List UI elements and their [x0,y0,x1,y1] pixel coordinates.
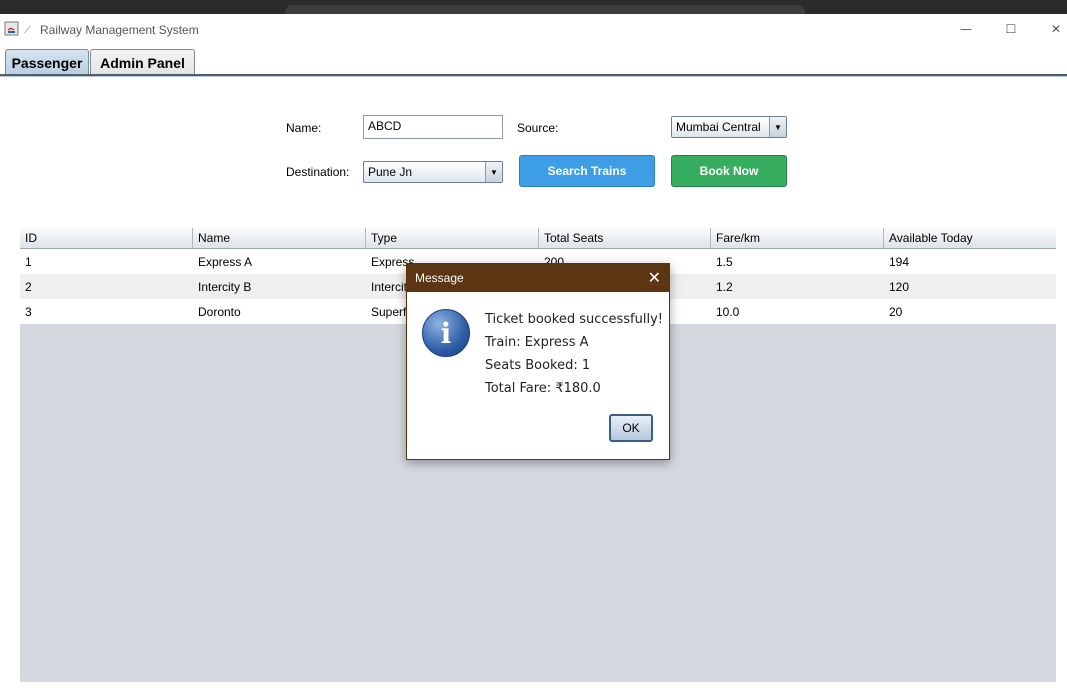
tab-divider-highlight [0,76,1067,77]
column-header-type[interactable]: Type [366,228,539,248]
cell-id: 1 [25,255,32,269]
cell-fare-km: 1.2 [716,280,733,294]
dialog-message-line: Total Fare: ₹180.0 [485,381,601,396]
column-header-fare-km[interactable]: Fare/km [711,228,884,248]
name-label: Name: [286,121,322,135]
cell-available-today: 194 [889,255,910,269]
chevron-down-icon[interactable]: ▼ [769,117,786,137]
chevron-down-icon[interactable]: ▼ [485,162,502,182]
name-field[interactable]: ABCD [363,115,503,139]
window-title: Railway Management System [40,23,199,37]
cell-id: 2 [25,280,32,294]
dialog-message-line: Seats Booked: 1 [485,358,591,373]
os-address-pill [285,5,805,14]
tab-passenger[interactable]: Passenger [5,49,89,75]
cell-available-today: 20 [889,305,903,319]
info-icon: i [422,309,470,357]
source-label: Source: [517,121,559,135]
cell-name: Express A [198,255,253,269]
close-button[interactable]: ✕ [1033,14,1067,44]
search-trains-button[interactable]: Search Trains [519,155,655,187]
destination-label: Destination: [286,165,350,179]
source-dropdown[interactable]: Mumbai Central ▼ [671,116,787,138]
column-header-total-seats[interactable]: Total Seats [539,228,711,248]
minimize-button[interactable]: — [943,14,989,44]
tab-bar: Passenger Admin Panel [0,46,1067,76]
maximize-button[interactable]: ☐ [988,14,1034,44]
cell-name: Intercity B [198,280,252,294]
source-selected-value: Mumbai Central [676,120,761,134]
cell-id: 3 [25,305,32,319]
book-now-button[interactable]: Book Now [671,155,787,187]
column-header-id[interactable]: ID [20,228,193,248]
train-icon: ⟋ [24,25,31,36]
cell-fare-km: 10.0 [716,305,740,319]
dialog-message-line: Ticket booked successfully! [485,312,663,327]
column-header-available-today[interactable]: Available Today [884,228,1056,248]
cell-available-today: 120 [889,280,910,294]
cell-fare-km: 1.5 [716,255,733,269]
java-app-icon [4,21,19,36]
destination-dropdown[interactable]: Pune Jn ▼ [363,161,503,183]
column-header-name[interactable]: Name [193,228,366,248]
os-top-strip [0,0,1067,14]
window-titlebar: ⟋ Railway Management System — ☐ ✕ [0,14,1067,46]
table-header: ID Name Type Total Seats Fare/km Availab… [20,228,1056,249]
dialog-title: Message [415,271,464,285]
dialog-titlebar: Message ✕ [407,264,669,292]
message-dialog: Message ✕ i Ticket booked successfully! … [406,263,670,460]
destination-selected-value: Pune Jn [368,165,413,179]
dialog-close-icon[interactable]: ✕ [648,268,661,287]
cell-name: Doronto [198,305,241,319]
ok-button[interactable]: OK [609,414,653,442]
tab-admin-panel[interactable]: Admin Panel [90,49,195,75]
dialog-message-line: Train: Express A [485,335,589,350]
